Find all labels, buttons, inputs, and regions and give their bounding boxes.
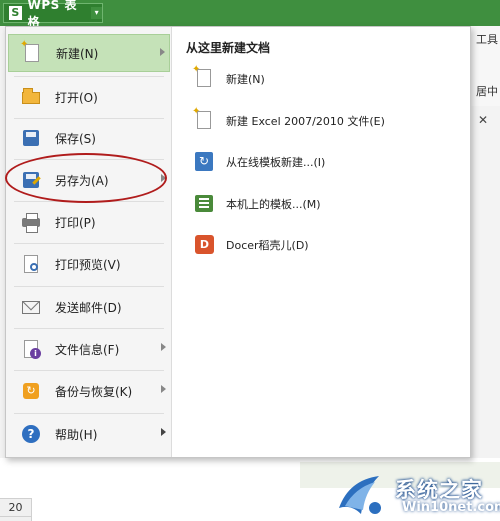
print-preview-icon bbox=[21, 254, 41, 274]
ribbon-center-label[interactable]: 居中 bbox=[476, 83, 498, 99]
folder-open-icon bbox=[21, 87, 41, 107]
submenu-item-online-template[interactable]: ↻ 从在线模板新建...(I) bbox=[194, 149, 325, 175]
submenu-title: 从这里新建文档 bbox=[186, 41, 271, 55]
backup-restore-icon: ↻ bbox=[21, 381, 41, 401]
online-template-icon: ↻ bbox=[194, 151, 214, 173]
submenu-item-label: 新建 Excel 2007/2010 文件(E) bbox=[226, 115, 385, 128]
menu-item-open[interactable]: 打开(O) bbox=[8, 78, 170, 116]
menu-item-label: 打印(P) bbox=[55, 215, 96, 230]
file-menu: ✦ 新建(N) 打开(O) 保存(S) 另存为(A) 打印(P) 打印预览(V)… bbox=[5, 26, 471, 458]
menu-item-new[interactable]: ✦ 新建(N) bbox=[8, 34, 170, 72]
close-icon[interactable]: ✕ bbox=[478, 113, 488, 127]
title-bar: S WPS 表格 ▾ bbox=[0, 0, 500, 29]
submenu-item-new[interactable]: ✦ 新建(N) bbox=[192, 64, 265, 92]
floppy-save-icon bbox=[21, 128, 41, 148]
highlight-ellipse bbox=[5, 153, 167, 203]
submenu-item-local-template[interactable]: 本机上的模板...(M) bbox=[194, 191, 321, 217]
submenu-item-label: Docer稻壳儿(D) bbox=[226, 239, 309, 252]
new-submenu: 从这里新建文档 ✦ 新建(N) ✦ 新建 Excel 2007/2010 文件(… bbox=[172, 27, 470, 457]
menu-item-label: 新建(N) bbox=[56, 46, 99, 61]
menu-item-label: 打印预览(V) bbox=[55, 257, 121, 272]
menu-item-label: 帮助(H) bbox=[55, 427, 98, 442]
menu-item-backup-restore[interactable]: ↻ 备份与恢复(K) bbox=[8, 372, 170, 410]
menu-divider bbox=[14, 76, 164, 77]
menu-item-label: 文件信息(F) bbox=[55, 342, 120, 357]
submenu-item-label: 从在线模板新建...(I) bbox=[226, 156, 326, 169]
ribbon-tools-label[interactable]: 工具 bbox=[476, 31, 498, 47]
chevron-right-icon bbox=[161, 428, 166, 436]
menu-divider bbox=[14, 243, 164, 244]
envelope-icon bbox=[21, 297, 41, 317]
menu-item-label: 保存(S) bbox=[55, 131, 96, 146]
submenu-item-docer[interactable]: D Docer稻壳儿(D) bbox=[194, 232, 309, 258]
menu-item-label: 打开(O) bbox=[55, 90, 98, 105]
wps-app-menu-button[interactable]: S WPS 表格 ▾ bbox=[3, 0, 103, 29]
chevron-right-icon bbox=[160, 48, 165, 56]
help-icon: ? bbox=[21, 424, 41, 444]
chevron-down-icon: ▾ bbox=[91, 7, 103, 19]
menu-item-print[interactable]: 打印(P) bbox=[8, 203, 170, 241]
row-header[interactable]: 21 bbox=[0, 516, 32, 521]
docer-icon: D bbox=[194, 234, 214, 256]
submenu-item-label: 本机上的模板...(M) bbox=[226, 198, 321, 211]
wps-logo-icon: S bbox=[9, 6, 22, 20]
menu-item-label: 备份与恢复(K) bbox=[55, 384, 133, 399]
submenu-item-label: 新建(N) bbox=[226, 73, 265, 86]
menu-divider bbox=[14, 286, 164, 287]
menu-item-file-info[interactable]: i 文件信息(F) bbox=[8, 330, 170, 368]
file-info-icon: i bbox=[21, 339, 41, 359]
chevron-right-icon bbox=[161, 343, 166, 351]
new-doc-icon: ✦ bbox=[192, 64, 214, 90]
menu-item-save[interactable]: 保存(S) bbox=[8, 119, 170, 157]
menu-divider bbox=[14, 328, 164, 329]
watermark-url: Win10net.com bbox=[402, 500, 500, 515]
menu-item-label: 发送邮件(D) bbox=[55, 300, 122, 315]
new-excel-doc-icon: ✦ bbox=[192, 106, 214, 132]
file-menu-command-list: ✦ 新建(N) 打开(O) 保存(S) 另存为(A) 打印(P) 打印预览(V)… bbox=[6, 27, 172, 457]
menu-item-help[interactable]: ? 帮助(H) bbox=[8, 415, 170, 453]
menu-item-send-email[interactable]: 发送邮件(D) bbox=[8, 288, 170, 326]
menu-divider bbox=[14, 413, 164, 414]
chevron-right-icon bbox=[161, 385, 166, 393]
printer-icon bbox=[21, 212, 41, 233]
submenu-item-new-excel[interactable]: ✦ 新建 Excel 2007/2010 文件(E) bbox=[192, 106, 385, 134]
menu-item-print-preview[interactable]: 打印预览(V) bbox=[8, 245, 170, 283]
local-template-icon bbox=[194, 193, 214, 215]
win10net-logo-icon bbox=[339, 476, 381, 514]
menu-divider bbox=[14, 370, 164, 371]
row-header[interactable]: 20 bbox=[0, 498, 32, 516]
new-doc-icon: ✦ bbox=[20, 39, 42, 63]
